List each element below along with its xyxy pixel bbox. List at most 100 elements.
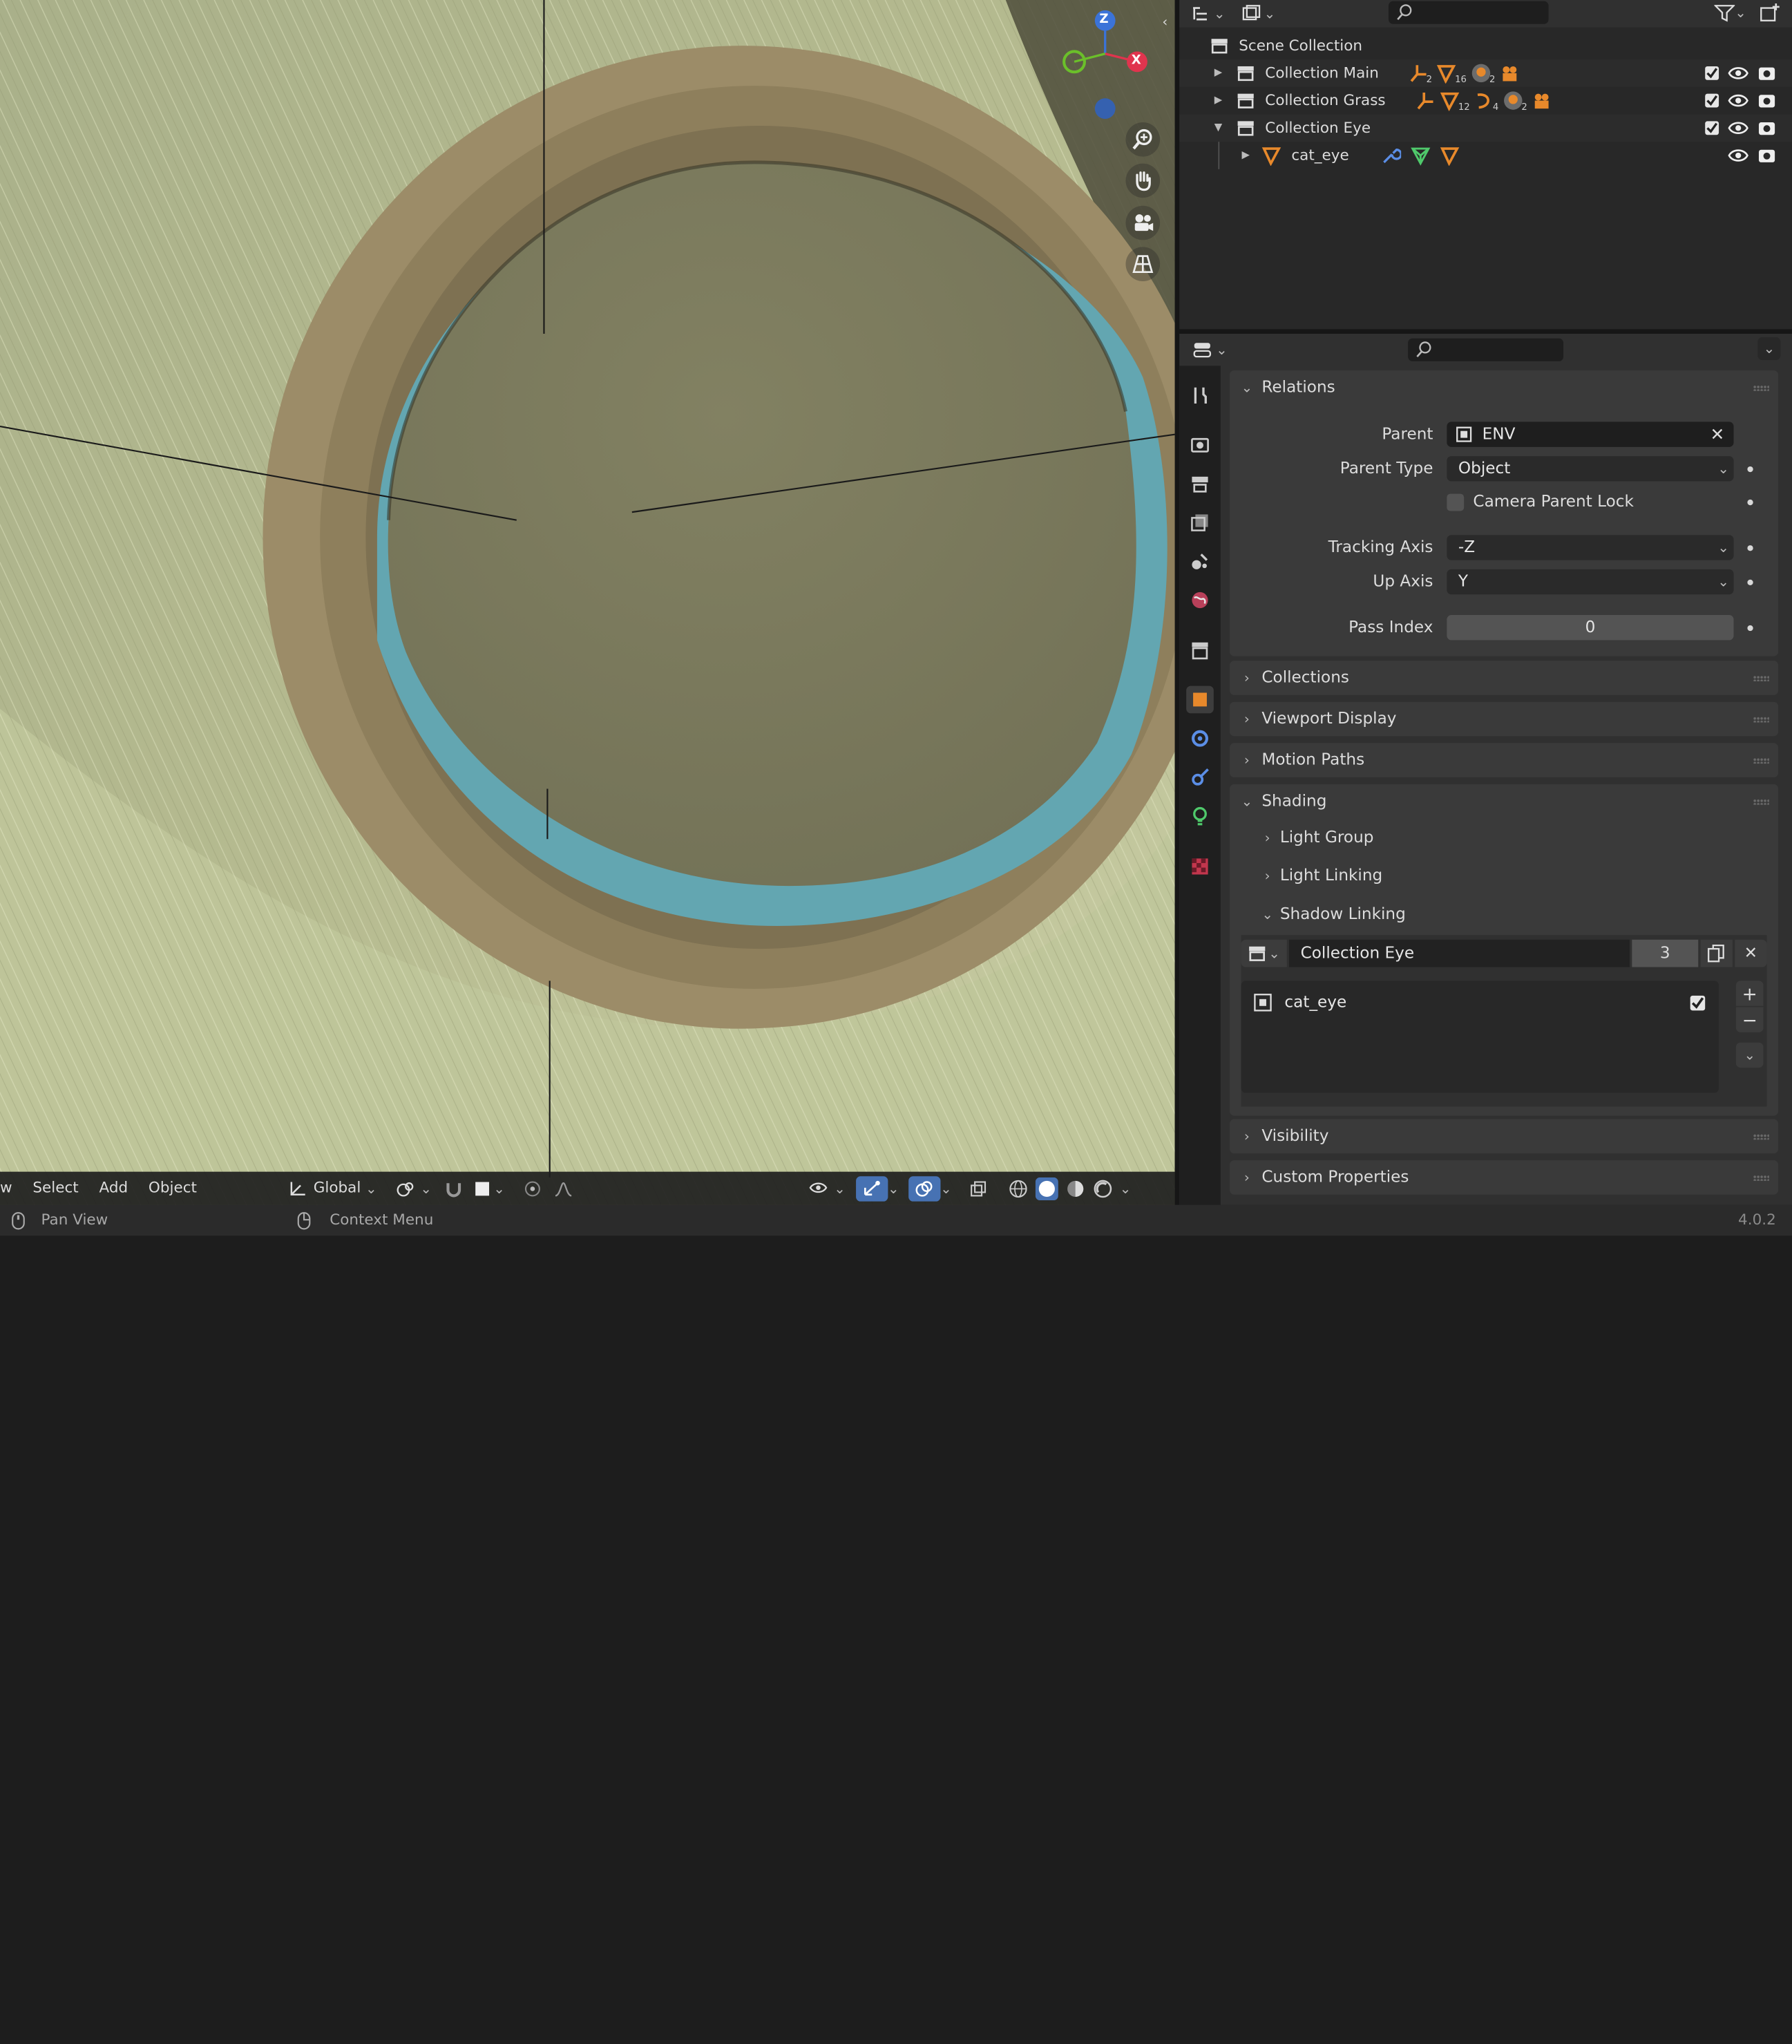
overlays-toggle[interactable] xyxy=(908,1175,941,1201)
armature-icon[interactable] xyxy=(1408,63,1429,84)
duplicate-collection-button[interactable] xyxy=(1700,939,1733,967)
mesh-icon[interactable] xyxy=(1437,63,1458,84)
outliner-row-collection-main[interactable]: ▶ Collection Main 2 16 2 xyxy=(1179,59,1792,87)
wireframe-shading-icon[interactable] xyxy=(1008,1178,1029,1199)
pivot-point-dropdown[interactable]: ⌄ xyxy=(390,1175,437,1200)
editor-type-dropdown[interactable]: ⌄ xyxy=(1191,5,1226,23)
collapse-arrow-icon[interactable]: ▼ xyxy=(1212,122,1226,134)
outliner-search-input[interactable] xyxy=(1388,1,1549,24)
user-count-button[interactable]: 3 xyxy=(1632,939,1699,967)
exclude-checkbox[interactable] xyxy=(1705,66,1719,80)
list-item[interactable]: cat_eye xyxy=(1241,987,1719,1017)
menu-add[interactable]: Add xyxy=(89,1180,138,1197)
gizmo-dropdown-chevron-icon[interactable]: ⌄ xyxy=(888,1180,899,1196)
parent-field[interactable]: ENV ✕ xyxy=(1447,422,1734,447)
overlays-dropdown-chevron-icon[interactable]: ⌄ xyxy=(940,1180,952,1196)
drag-handle-icon[interactable] xyxy=(1753,675,1769,681)
properties-search-input[interactable] xyxy=(1408,338,1564,361)
shadow-collection-name-field[interactable]: Collection Eye xyxy=(1289,939,1630,967)
shading-dropdown-chevron-icon[interactable]: ⌄ xyxy=(1120,1180,1132,1196)
eye-icon[interactable] xyxy=(1728,120,1748,136)
3d-viewport[interactable]: Z X ‹ w Select Add Object Global ⌄ ⌄ ⌄ ⌄… xyxy=(0,0,1175,1205)
expand-arrow-icon[interactable]: ▶ xyxy=(1212,95,1226,106)
outliner-row-collection-eye[interactable]: ▼ Collection Eye xyxy=(1179,114,1792,142)
empty-icon[interactable] xyxy=(1503,91,1524,111)
filter-dropdown[interactable]: ⌄ xyxy=(1714,3,1746,22)
keyframe-dot-icon[interactable] xyxy=(1747,578,1753,585)
camera-icon[interactable] xyxy=(1500,63,1521,84)
camera-view-icon[interactable] xyxy=(1125,205,1161,240)
rendered-shading-icon[interactable] xyxy=(1092,1178,1113,1199)
area-divider-vertical[interactable] xyxy=(1174,0,1180,1205)
render-camera-icon[interactable] xyxy=(1757,119,1775,137)
mesh-icon[interactable] xyxy=(1440,91,1460,111)
outliner-row-collection-grass[interactable]: ▶ Collection Grass 12 4 2 xyxy=(1179,87,1792,115)
pass-index-field[interactable]: 0 xyxy=(1447,615,1734,641)
camera-parent-lock-checkbox[interactable] xyxy=(1447,493,1465,511)
object-tab-icon[interactable] xyxy=(1186,685,1214,714)
keyframe-dot-icon[interactable] xyxy=(1747,466,1753,472)
light-linking-subpanel[interactable]: › Light Linking xyxy=(1261,861,1383,891)
wrench-modifier-icon[interactable] xyxy=(1380,145,1402,166)
new-collection-button[interactable] xyxy=(1760,2,1781,27)
tracking-axis-dropdown[interactable]: -Z ⌄ xyxy=(1447,535,1734,560)
drag-handle-icon[interactable] xyxy=(1753,717,1769,723)
light-group-subpanel[interactable]: › Light Group xyxy=(1261,823,1374,853)
eye-icon[interactable] xyxy=(1728,147,1748,163)
menu-select[interactable]: Select xyxy=(22,1180,88,1197)
drag-handle-icon[interactable] xyxy=(1753,385,1769,391)
tool-tab-icon[interactable] xyxy=(1186,382,1214,410)
perspective-grid-icon[interactable] xyxy=(1125,247,1161,281)
keyframe-dot-icon[interactable] xyxy=(1747,545,1753,551)
unlink-collection-button[interactable]: ✕ xyxy=(1735,939,1767,967)
add-item-button[interactable]: + xyxy=(1735,981,1764,1006)
mesh-icon[interactable] xyxy=(1440,145,1460,166)
options-dropdown[interactable]: ⌄ xyxy=(1757,337,1781,361)
exclude-checkbox[interactable] xyxy=(1705,121,1719,135)
outliner-row-cat-eye[interactable]: ▶ cat_eye xyxy=(1179,142,1792,169)
drag-handle-icon[interactable] xyxy=(1753,1175,1769,1181)
output-tab-icon[interactable] xyxy=(1186,470,1214,498)
editor-type-dropdown[interactable]: ⌄ xyxy=(1193,341,1228,359)
visibility-panel[interactable]: › Visibility xyxy=(1230,1119,1779,1154)
zoom-icon[interactable] xyxy=(1125,122,1161,157)
object-data-tab-icon[interactable] xyxy=(1186,802,1214,830)
exclude-checkbox[interactable] xyxy=(1705,93,1719,108)
camera-icon[interactable] xyxy=(1532,91,1552,111)
snap-target-dropdown[interactable]: ⌄ xyxy=(470,1175,511,1200)
display-mode-dropdown[interactable]: ⌄ xyxy=(1241,5,1275,23)
empty-icon[interactable] xyxy=(1471,63,1492,84)
render-camera-icon[interactable] xyxy=(1757,64,1775,82)
shading-panel-header[interactable]: ⌄ Shading xyxy=(1230,784,1778,819)
keyframe-dot-icon[interactable] xyxy=(1747,499,1753,505)
view-layer-tab-icon[interactable] xyxy=(1186,509,1214,536)
clear-parent-icon[interactable]: ✕ xyxy=(1710,424,1725,445)
eye-icon[interactable] xyxy=(1728,65,1748,81)
modifiers-tab-icon[interactable] xyxy=(1186,725,1214,753)
gizmo-toggle[interactable] xyxy=(855,1175,888,1201)
mesh-data-icon[interactable] xyxy=(1410,145,1431,166)
armature-icon[interactable] xyxy=(1415,91,1436,111)
drag-handle-icon[interactable] xyxy=(1753,1134,1769,1140)
material-preview-icon[interactable] xyxy=(1065,1178,1085,1199)
custom-properties-panel[interactable]: › Custom Properties xyxy=(1230,1160,1779,1195)
parent-type-dropdown[interactable]: Object ⌄ xyxy=(1447,456,1734,482)
eye-icon[interactable] xyxy=(1728,93,1748,108)
relations-panel-header[interactable]: ⌄ Relations xyxy=(1230,370,1778,405)
shadow-linking-subpanel[interactable]: ⌄ Shadow Linking xyxy=(1261,900,1405,929)
xray-toggle[interactable] xyxy=(963,1175,993,1200)
solid-shading-icon[interactable] xyxy=(1035,1177,1058,1200)
render-camera-icon[interactable] xyxy=(1757,91,1775,109)
list-specials-dropdown[interactable]: ⌄ xyxy=(1735,1042,1764,1068)
proportional-falloff-dropdown[interactable] xyxy=(547,1175,579,1200)
visibility-selectability-dropdown[interactable]: ⌄ xyxy=(803,1175,851,1200)
world-tab-icon[interactable] xyxy=(1186,587,1214,614)
menu-view-partial[interactable]: w xyxy=(0,1180,22,1197)
pan-hand-icon[interactable] xyxy=(1125,163,1161,198)
expand-arrow-icon[interactable]: ▶ xyxy=(1212,68,1226,79)
up-axis-dropdown[interactable]: Y ⌄ xyxy=(1447,569,1734,595)
render-camera-icon[interactable] xyxy=(1757,146,1775,164)
proportional-editing-toggle[interactable] xyxy=(517,1175,547,1200)
physics-tab-icon[interactable] xyxy=(1186,764,1214,791)
menu-object[interactable]: Object xyxy=(138,1180,207,1197)
